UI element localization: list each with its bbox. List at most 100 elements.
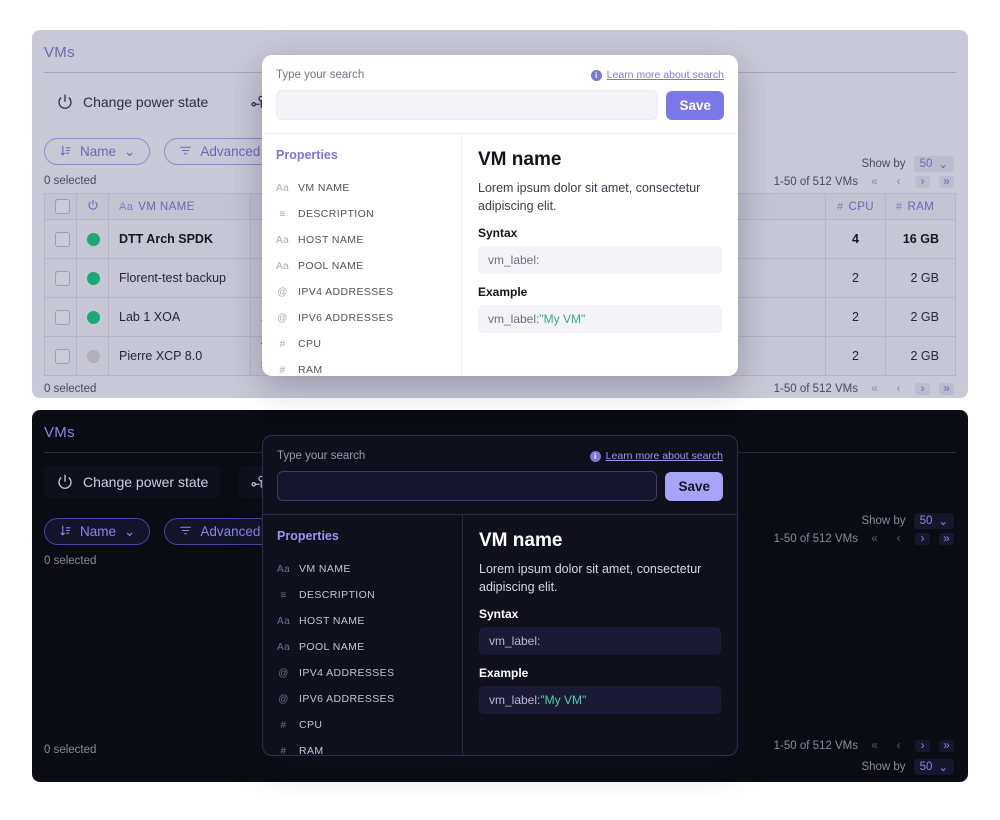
show-by-top: Show by 50 ⌄ [861, 513, 954, 529]
th-vm-name[interactable]: Aa VM NAME [108, 193, 251, 220]
sort-label: Name [80, 524, 117, 539]
chevron-down-icon: ⌄ [938, 516, 948, 528]
property-item-host-name[interactable]: Aa HOST NAME [276, 227, 461, 253]
learn-more-link[interactable]: i Learn more about search [589, 450, 723, 462]
search-modal-dark: Type your search i Learn more about sear… [262, 435, 738, 756]
text-icon: Aa [276, 234, 290, 246]
show-by-select[interactable]: 50 ⌄ [913, 513, 954, 529]
checkbox-icon[interactable] [55, 199, 70, 214]
property-label: VM NAME [298, 182, 350, 194]
syntax-code: vm_label: [479, 627, 721, 655]
text-icon: Aa [276, 182, 290, 194]
sort-pill[interactable]: Name ⌄ [44, 518, 151, 545]
text-lines-icon: ≡ [279, 208, 286, 220]
th-ram[interactable]: # RAM [885, 193, 956, 220]
text-icon: Aa [277, 641, 291, 653]
example-code-prefix: vm_label: [488, 312, 540, 326]
property-label: HOST NAME [298, 234, 364, 246]
save-button[interactable]: Save [665, 471, 723, 501]
checkbox-icon[interactable] [55, 309, 70, 325]
pager-last[interactable]: » [939, 533, 954, 545]
property-item-host-name[interactable]: Aa HOST NAME [277, 608, 462, 634]
property-label: CPU [299, 719, 323, 731]
pager-prev[interactable]: ‹ [891, 740, 906, 752]
detail-title: VM name [478, 149, 562, 170]
show-by-select[interactable]: 50 ⌄ [913, 759, 954, 775]
property-item-ram[interactable]: # RAM [276, 357, 461, 376]
pager-prev[interactable]: ‹ [891, 383, 906, 395]
th-select-all[interactable] [44, 193, 77, 220]
status-dot-icon [87, 349, 100, 363]
hash-icon: # [279, 338, 286, 350]
property-item-ram[interactable]: # RAM [277, 738, 462, 756]
learn-more-link[interactable]: i Learn more about search [590, 69, 724, 81]
pager-next[interactable]: › [915, 176, 930, 188]
filter-icon [179, 144, 192, 160]
pager-first[interactable]: « [867, 176, 882, 188]
property-item-cpu[interactable]: # CPU [276, 331, 461, 357]
property-item-ipv4[interactable]: @ IPV4 ADDRESSES [277, 660, 462, 686]
example-heading: Example [478, 285, 528, 299]
th-vm-name-label: VM NAME [138, 200, 195, 213]
property-item-pool-name[interactable]: Aa POOL NAME [277, 634, 462, 660]
change-power-state-button[interactable]: Change power state [44, 86, 220, 118]
property-item-cpu[interactable]: # CPU [277, 712, 462, 738]
row-checkbox-cell[interactable] [44, 297, 77, 337]
property-item-description[interactable]: ≡ DESCRIPTION [277, 582, 462, 608]
row-checkbox-cell[interactable] [44, 258, 77, 298]
learn-more-label[interactable]: Learn more about search [606, 450, 723, 462]
search-input[interactable] [276, 90, 659, 120]
text-icon: Aa [276, 260, 290, 272]
property-item-ipv6[interactable]: @ IPV6 ADDRESSES [277, 686, 462, 712]
th-ram-label: RAM [907, 200, 935, 213]
pager-first[interactable]: « [867, 533, 882, 545]
property-item-vm-name[interactable]: Aa VM NAME [277, 556, 462, 582]
change-power-state-button[interactable]: Change power state [44, 466, 221, 498]
search-input[interactable] [277, 471, 658, 501]
pager-next[interactable]: › [915, 533, 930, 545]
pager-prev[interactable]: ‹ [891, 176, 906, 188]
checkbox-icon[interactable] [55, 270, 70, 286]
th-cpu[interactable]: # CPU [825, 193, 886, 220]
pager-first[interactable]: « [867, 383, 882, 395]
row-name: Lab 1 XOA [108, 297, 251, 337]
save-button[interactable]: Save [666, 90, 724, 120]
learn-more-label[interactable]: Learn more about search [607, 69, 724, 81]
search-modal-light: Type your search i Learn more about sear… [262, 55, 738, 376]
sort-pill[interactable]: Name ⌄ [44, 138, 151, 165]
status-dot-icon [87, 232, 100, 246]
pager-range: 1-50 of 512 VMs [773, 383, 858, 395]
sort-label: Name [80, 144, 117, 159]
property-item-ipv4[interactable]: @ IPV4 ADDRESSES [276, 279, 461, 305]
syntax-heading: Syntax [478, 226, 518, 240]
pager-next[interactable]: › [915, 740, 930, 752]
property-item-ipv6[interactable]: @ IPV6 ADDRESSES [276, 305, 461, 331]
chevron-down-icon: ⌄ [124, 523, 136, 539]
show-by-select[interactable]: 50 ⌄ [913, 156, 954, 172]
property-label: DESCRIPTION [298, 208, 375, 220]
example-code: vm_label:"My VM" [479, 686, 721, 714]
hash-icon: # [836, 200, 844, 213]
property-label: RAM [299, 745, 324, 756]
pager-last[interactable]: » [939, 176, 954, 188]
row-checkbox-cell[interactable] [44, 219, 77, 259]
th-power[interactable] [76, 193, 109, 220]
show-by-value: 50 [919, 158, 933, 170]
row-cpu: 2 [825, 258, 886, 298]
pager-prev[interactable]: ‹ [891, 533, 906, 545]
selected-count-bottom: 0 selected [44, 744, 97, 756]
pager-range: 1-50 of 512 VMs [773, 740, 858, 752]
checkbox-icon[interactable] [55, 348, 70, 364]
property-item-vm-name[interactable]: Aa VM NAME [276, 175, 461, 201]
pager-next[interactable]: › [915, 383, 930, 395]
property-item-description[interactable]: ≡ DESCRIPTION [276, 201, 461, 227]
info-icon: i [590, 69, 602, 81]
hash-icon: # [280, 745, 287, 756]
pager-last[interactable]: » [939, 383, 954, 395]
change-power-state-label: Change power state [83, 474, 209, 490]
pager-first[interactable]: « [867, 740, 882, 752]
property-item-pool-name[interactable]: Aa POOL NAME [276, 253, 461, 279]
row-checkbox-cell[interactable] [44, 336, 77, 376]
checkbox-icon[interactable] [55, 231, 70, 247]
pager-last[interactable]: » [939, 740, 954, 752]
